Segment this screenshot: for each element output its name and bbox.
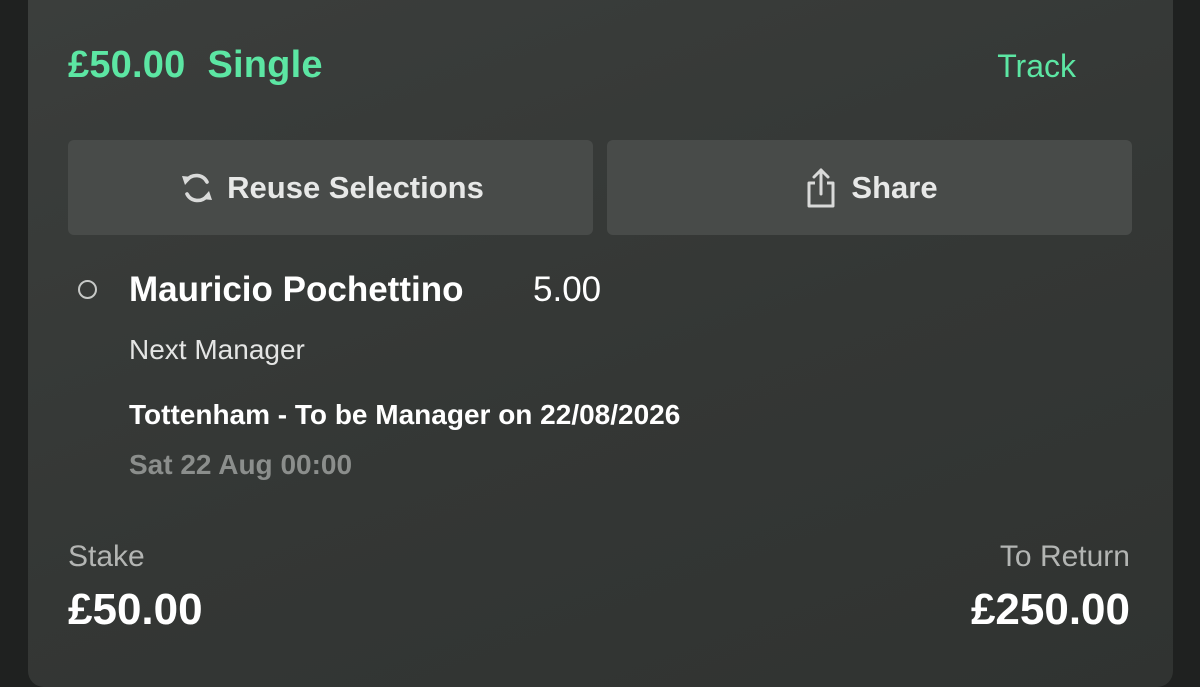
- to-return-value: £250.00: [970, 585, 1130, 634]
- track-button[interactable]: Track: [997, 48, 1076, 85]
- to-return-label: To Return: [999, 540, 1130, 573]
- pending-circle-icon: [78, 280, 97, 299]
- bet-header: £50.00 Single: [68, 44, 323, 87]
- event-time: Sat 22 Aug 00:00: [129, 449, 353, 480]
- refresh-icon: [177, 166, 217, 210]
- stake-label: Stake: [68, 540, 145, 573]
- event-name: Tottenham - To be Manager on 22/08/2026: [129, 399, 681, 430]
- bet-type: Single: [207, 44, 323, 86]
- share-button[interactable]: Share: [607, 140, 1132, 235]
- stake-value: £50.00: [68, 585, 203, 634]
- bet-amount: £50.00: [68, 44, 186, 86]
- market-name: Next Manager: [129, 334, 305, 365]
- bet-card: £50.00 Single Track Reuse Selections Shar…: [28, 0, 1173, 687]
- share-icon: [801, 166, 841, 210]
- reuse-selections-button[interactable]: Reuse Selections: [68, 140, 593, 235]
- selection-name: Mauricio Pochettino: [129, 270, 464, 309]
- share-label: Share: [851, 169, 938, 205]
- selection-odds: 5.00: [533, 270, 602, 309]
- reuse-selections-label: Reuse Selections: [227, 169, 484, 205]
